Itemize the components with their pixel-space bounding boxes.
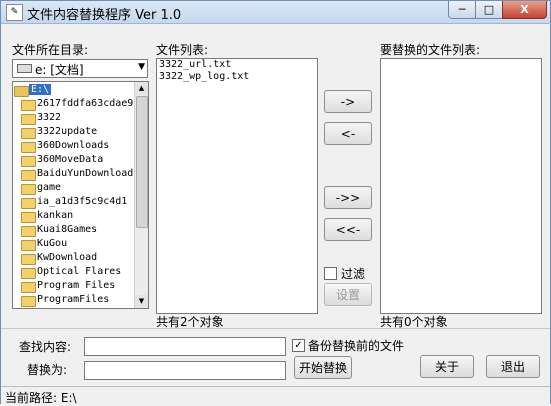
tree-item[interactable]: 360Downloads — [13, 139, 134, 153]
file-list[interactable]: 3322_url.txt 3322_wp_log.txt — [156, 58, 318, 314]
replace-file-list[interactable] — [380, 58, 542, 314]
folder-icon — [21, 240, 36, 251]
tree-item[interactable]: KwDownload — [13, 251, 134, 265]
tree-item[interactable]: Kuai8Games — [13, 223, 134, 237]
find-label: 查找内容: — [19, 340, 72, 354]
tree-root-item[interactable]: E:\ — [13, 83, 134, 97]
folder-icon — [21, 268, 36, 279]
replace-list-label: 要替换的文件列表: — [380, 43, 481, 57]
tree-item-label: E:\ — [29, 84, 52, 95]
folder-icon — [21, 100, 36, 111]
remove-button[interactable]: <- — [324, 122, 372, 145]
filter-checkbox[interactable] — [324, 267, 337, 280]
app-window: ✎ 文件内容替换程序 Ver 1.0 ─ □ X 文件所在目录: e: [文档]… — [0, 0, 551, 405]
backup-checkbox[interactable]: ✓ — [292, 339, 305, 352]
tree-item[interactable]: ia_a1d3f5c9c4d1 — [13, 195, 134, 209]
list-item[interactable]: 3322_url.txt — [157, 59, 317, 71]
folder-icon — [21, 156, 36, 167]
tree-item[interactable]: kankan — [13, 209, 134, 223]
tree-item[interactable]: BaiduYunDownload — [13, 167, 134, 181]
tree-item[interactable]: Program Files — [13, 279, 134, 293]
folder-icon — [21, 212, 36, 223]
add-button[interactable]: -> — [324, 90, 372, 113]
add-all-button[interactable]: ->> — [324, 186, 372, 209]
tree-item-label: Kuai8Games — [37, 224, 98, 235]
folder-icon — [21, 198, 36, 209]
minimize-button[interactable]: ─ — [448, 1, 476, 19]
folder-icon — [21, 114, 36, 125]
settings-button[interactable]: 设置 — [324, 283, 372, 306]
tree-item-label: Optical Flares — [37, 266, 122, 277]
chevron-down-icon[interactable]: ▼ — [138, 62, 145, 72]
status-bar: 当前路径: E:\ — [1, 386, 550, 405]
replace-input[interactable] — [84, 361, 286, 380]
tree-item[interactable]: KuGou — [13, 237, 134, 251]
tree-item[interactable]: game — [13, 181, 134, 195]
tree-item-label: ia_a1d3f5c9c4d1 — [37, 196, 128, 207]
folder-icon — [21, 128, 36, 139]
tree-item-label: BaiduYunDownload — [37, 168, 134, 179]
folder-icon — [21, 226, 36, 237]
backup-label: 备份替换前的文件 — [308, 339, 405, 353]
folder-icon — [21, 282, 36, 293]
tree-item-label: 360Downloads — [37, 140, 110, 151]
start-replace-button[interactable]: 开始替换 — [294, 356, 352, 379]
drive-value: e: [文档] — [35, 63, 84, 77]
tree-item-label: 3322 — [37, 112, 62, 123]
find-input[interactable] — [84, 337, 286, 356]
drive-icon — [17, 64, 32, 73]
tree-item[interactable]: ProgramFiles — [13, 293, 134, 307]
divider — [1, 328, 550, 329]
tree-item-label: KwDownload — [37, 252, 98, 263]
folder-icon — [21, 296, 36, 307]
folder-icon — [21, 170, 36, 181]
tree-item-label: kankan — [37, 210, 74, 221]
scroll-up-icon[interactable]: ▲ — [135, 82, 148, 95]
directory-tree[interactable]: E:\ 2617fddfa63cdae9 3322 3322update 360Down… — [12, 81, 149, 309]
app-icon: ✎ — [6, 4, 23, 21]
folder-icon — [21, 184, 36, 195]
replace-label: 替换为: — [27, 363, 68, 377]
tree-item-label: ProgramFiles — [37, 294, 110, 305]
list-item[interactable]: 3322_wp_log.txt — [157, 71, 317, 83]
title-bar[interactable]: ✎ 文件内容替换程序 Ver 1.0 ─ □ X — [1, 1, 550, 24]
directory-label: 文件所在目录: — [12, 43, 89, 57]
filter-label: 过滤 — [341, 267, 366, 281]
current-path: 当前路径: E:\ — [5, 391, 77, 405]
exit-button[interactable]: 退出 — [486, 355, 540, 378]
directory-tree-rows: E:\ 2617fddfa63cdae9 3322 3322update 360Down… — [13, 83, 134, 307]
window-title: 文件内容替换程序 Ver 1.0 — [27, 8, 182, 23]
folder-icon — [21, 254, 36, 265]
remove-all-button[interactable]: <<- — [324, 218, 372, 241]
scroll-down-icon[interactable]: ▼ — [135, 295, 148, 308]
tree-item-label: game — [37, 182, 62, 193]
tree-item-label: 2617fddfa63cdae9 — [37, 98, 134, 109]
close-button[interactable]: X — [502, 1, 547, 19]
tree-item[interactable]: 360MoveData — [13, 153, 134, 167]
tree-item-label: Program Files — [37, 280, 116, 291]
scroll-thumb[interactable] — [136, 96, 148, 228]
tree-item-label: 360MoveData — [37, 154, 104, 165]
file-list-label: 文件列表: — [156, 43, 209, 57]
about-button[interactable]: 关于 — [420, 355, 474, 378]
tree-item[interactable]: Optical Flares — [13, 265, 134, 279]
tree-item-label: KuGou — [37, 238, 68, 249]
tree-item-label: 3322update — [37, 126, 98, 137]
folder-icon — [21, 142, 36, 153]
folder-icon — [14, 86, 29, 97]
tree-item[interactable]: 3322 — [13, 111, 134, 125]
tree-scrollbar[interactable]: ▲ ▼ — [134, 82, 148, 308]
tree-item[interactable]: 2617fddfa63cdae9 — [13, 97, 134, 111]
drive-select[interactable]: e: [文档] ▼ — [12, 59, 148, 78]
tree-item[interactable]: 3322update — [13, 125, 134, 139]
maximize-button[interactable]: □ — [475, 1, 503, 19]
